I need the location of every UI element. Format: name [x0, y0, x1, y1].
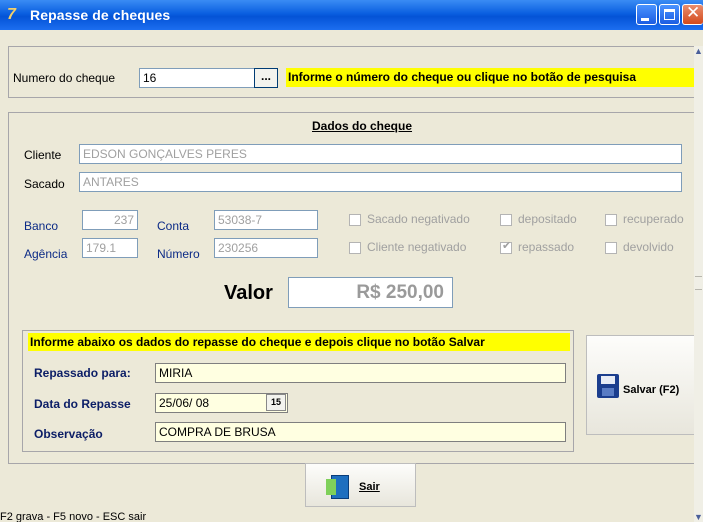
agencia-label: Agência	[24, 247, 68, 261]
observacao-input[interactable]: COMPRA DE BRUSA	[155, 422, 566, 442]
cheque-lookup-button[interactable]: ...	[254, 68, 278, 88]
close-button[interactable]: ✕	[682, 3, 703, 25]
recuperado-label: recuperado	[623, 212, 684, 226]
banco-label: Banco	[24, 219, 59, 233]
exit-door-icon	[326, 475, 349, 499]
devolvido-checkbox[interactable]	[605, 242, 617, 254]
floppy-disk-icon	[597, 374, 619, 398]
numero-field: 230256	[214, 238, 318, 258]
minimize-icon	[641, 18, 649, 21]
maximize-icon	[664, 9, 675, 20]
status-bar: F2 grava - F5 novo - ESC sair	[0, 511, 694, 522]
conta-field: 53038-7	[214, 210, 318, 230]
maximize-button[interactable]	[659, 4, 680, 25]
section-title-dados: Dados do cheque	[312, 119, 413, 133]
repassado-checkbox[interactable]: ✔	[500, 240, 512, 254]
devolvido-label: devolvido	[623, 240, 674, 254]
title-bar[interactable]: 7 Repasse de cheques ✕	[0, 0, 703, 30]
cliente-negativado-label: Cliente negativado	[367, 240, 467, 254]
agencia-field: 179.1	[82, 238, 138, 258]
sacado-field: ANTARES	[79, 172, 682, 192]
checkmark-icon: ✔	[502, 240, 512, 252]
salvar-button[interactable]: Salvar (F2)	[586, 335, 696, 435]
observacao-label: Observação	[34, 427, 103, 441]
vertical-scrollbar[interactable]: ▲ ▼	[694, 46, 703, 522]
repasse-hint: Informe abaixo os dados do repasse do ch…	[28, 333, 570, 351]
scroll-up-icon[interactable]: ▲	[694, 46, 703, 56]
conta-label: Conta	[157, 219, 190, 233]
window-title: Repasse de cheques	[30, 7, 171, 23]
depositado-checkbox[interactable]	[500, 214, 512, 226]
salvar-label: Salvar (F2)	[623, 384, 680, 396]
numero-cheque-input[interactable]: 16	[139, 68, 255, 88]
sacado-negativado-label: Sacado negativado	[367, 212, 470, 226]
depositado-label: depositado	[518, 212, 577, 226]
numero-cheque-label: Numero do cheque	[13, 71, 116, 85]
minimize-button[interactable]	[636, 4, 657, 25]
repassado-label: repassado	[518, 240, 575, 254]
data-repasse-label: Data do Repasse	[34, 397, 131, 411]
sair-button[interactable]: Sair	[305, 463, 416, 507]
repassado-para-label: Repassado para:	[34, 366, 131, 380]
cliente-negativado-checkbox[interactable]	[349, 242, 361, 254]
cliente-field: EDSON GONÇALVES PERES	[79, 144, 682, 164]
status-text: F2 grava - F5 novo - ESC sair	[0, 511, 147, 522]
banco-field: 237	[82, 210, 138, 230]
scroll-grip[interactable]	[695, 276, 702, 290]
app-icon: 7	[7, 6, 16, 23]
numero-label: Número	[157, 247, 200, 261]
calendar-icon[interactable]: 15	[266, 394, 286, 411]
recuperado-checkbox[interactable]	[605, 214, 617, 226]
sair-label: Sair	[359, 481, 380, 493]
cheque-search-hint: Informe o número do cheque ou clique no …	[286, 68, 696, 87]
repassado-para-input[interactable]: MIRIA	[155, 363, 566, 383]
valor-label: Valor	[224, 282, 273, 304]
sacado-label: Sacado	[24, 177, 65, 191]
close-icon: ✕	[686, 3, 701, 22]
cliente-label: Cliente	[24, 148, 62, 162]
valor-field: R$ 250,00	[288, 277, 453, 308]
scroll-down-icon[interactable]: ▼	[694, 512, 703, 522]
sacado-negativado-checkbox[interactable]	[349, 214, 361, 226]
